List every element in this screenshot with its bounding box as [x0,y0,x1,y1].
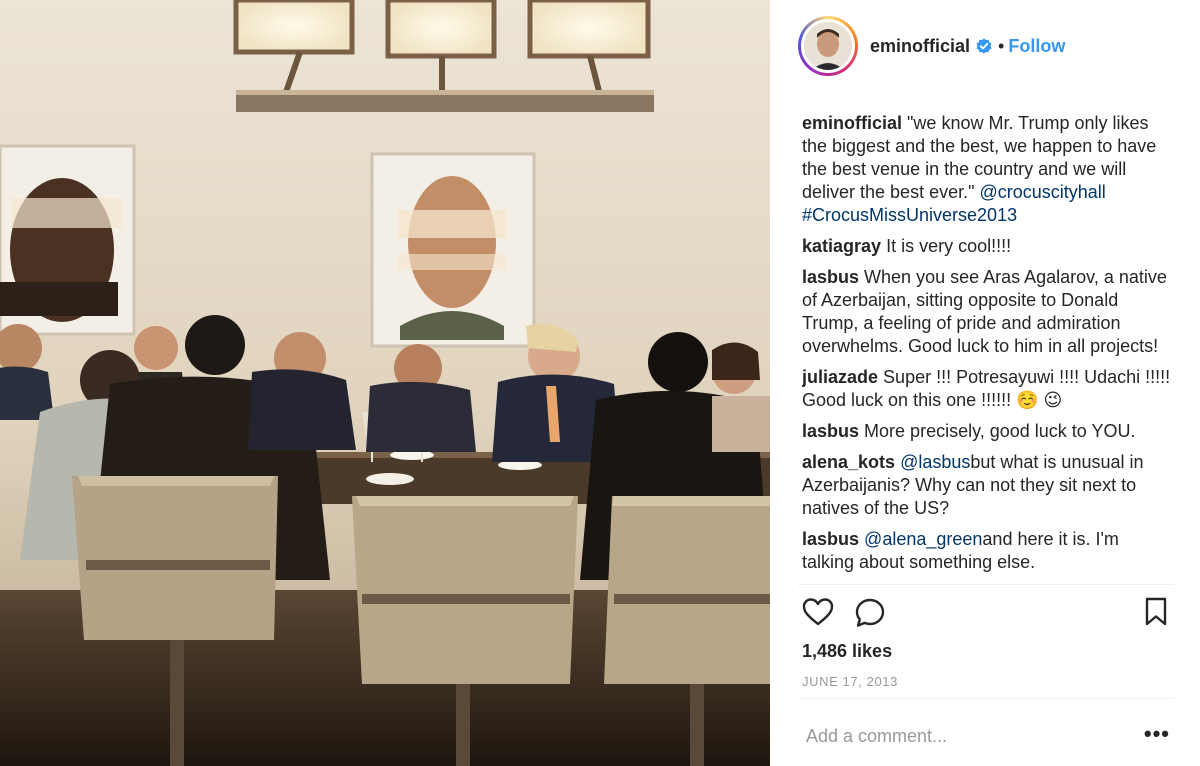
comment-item: lasbus @alena_greenand here it is. I'm t… [802,528,1172,574]
comment-item: juliazade Super !!! Potresayuwi !!!! Uda… [802,366,1172,412]
post-actions [802,597,1172,629]
comment-username[interactable]: lasbus [802,529,859,549]
comment-username[interactable]: lasbus [802,267,859,287]
separator-dot: • [998,35,1005,56]
comment-item: lasbus More precisely, good luck to YOU. [802,420,1172,443]
comment-item: eminofficial "we know Mr. Trump only lik… [802,112,1172,227]
comments-list[interactable]: eminofficial "we know Mr. Trump only lik… [802,112,1172,582]
header-username[interactable]: eminofficial [870,36,970,57]
comment-username[interactable]: lasbus [802,421,859,441]
post-side-panel: eminofficial • Follow eminofficial "we k… [770,0,1200,766]
heart-icon[interactable] [802,597,834,627]
more-options-button[interactable]: ••• [1144,721,1170,747]
comment-text: It is very cool!!!! [886,236,1012,256]
comment-username[interactable]: juliazade [802,367,878,387]
bookmark-icon[interactable] [1144,597,1168,627]
actions-divider [798,584,1174,585]
avatar[interactable] [798,16,858,76]
follow-button[interactable]: Follow [1008,36,1065,57]
comment-box: ••• [798,698,1174,766]
mention-link[interactable]: @crocuscityhall [980,182,1106,202]
comment-item: katiagray It is very cool!!!! [802,235,1172,258]
mention-link[interactable]: @lasbus [900,452,970,472]
comment-username[interactable]: eminofficial [802,113,902,133]
likes-count[interactable]: 1,486 likes [802,641,892,662]
comment-username[interactable]: alena_kots [802,452,895,472]
avatar-image [801,19,855,73]
comment-item: lasbus When you see Aras Agalarov, a nat… [802,266,1172,358]
add-comment-input[interactable] [806,723,1126,749]
post-date: JUNE 17, 2013 [802,674,898,689]
dinner-scene-image [0,0,770,766]
post-header: eminofficial • Follow [770,0,1200,92]
comment-item: alena_kots @lasbusbut what is unusual in… [802,451,1172,520]
post-photo [0,0,770,766]
verified-badge-icon [976,38,992,54]
comment-bubble-icon[interactable] [854,597,886,629]
comment-text: More precisely, good luck to YOU. [864,421,1136,441]
comment-username[interactable]: katiagray [802,236,881,256]
hashtag-link[interactable]: #CrocusMissUniverse2013 [802,205,1017,225]
mention-link[interactable]: @alena_green [864,529,982,549]
